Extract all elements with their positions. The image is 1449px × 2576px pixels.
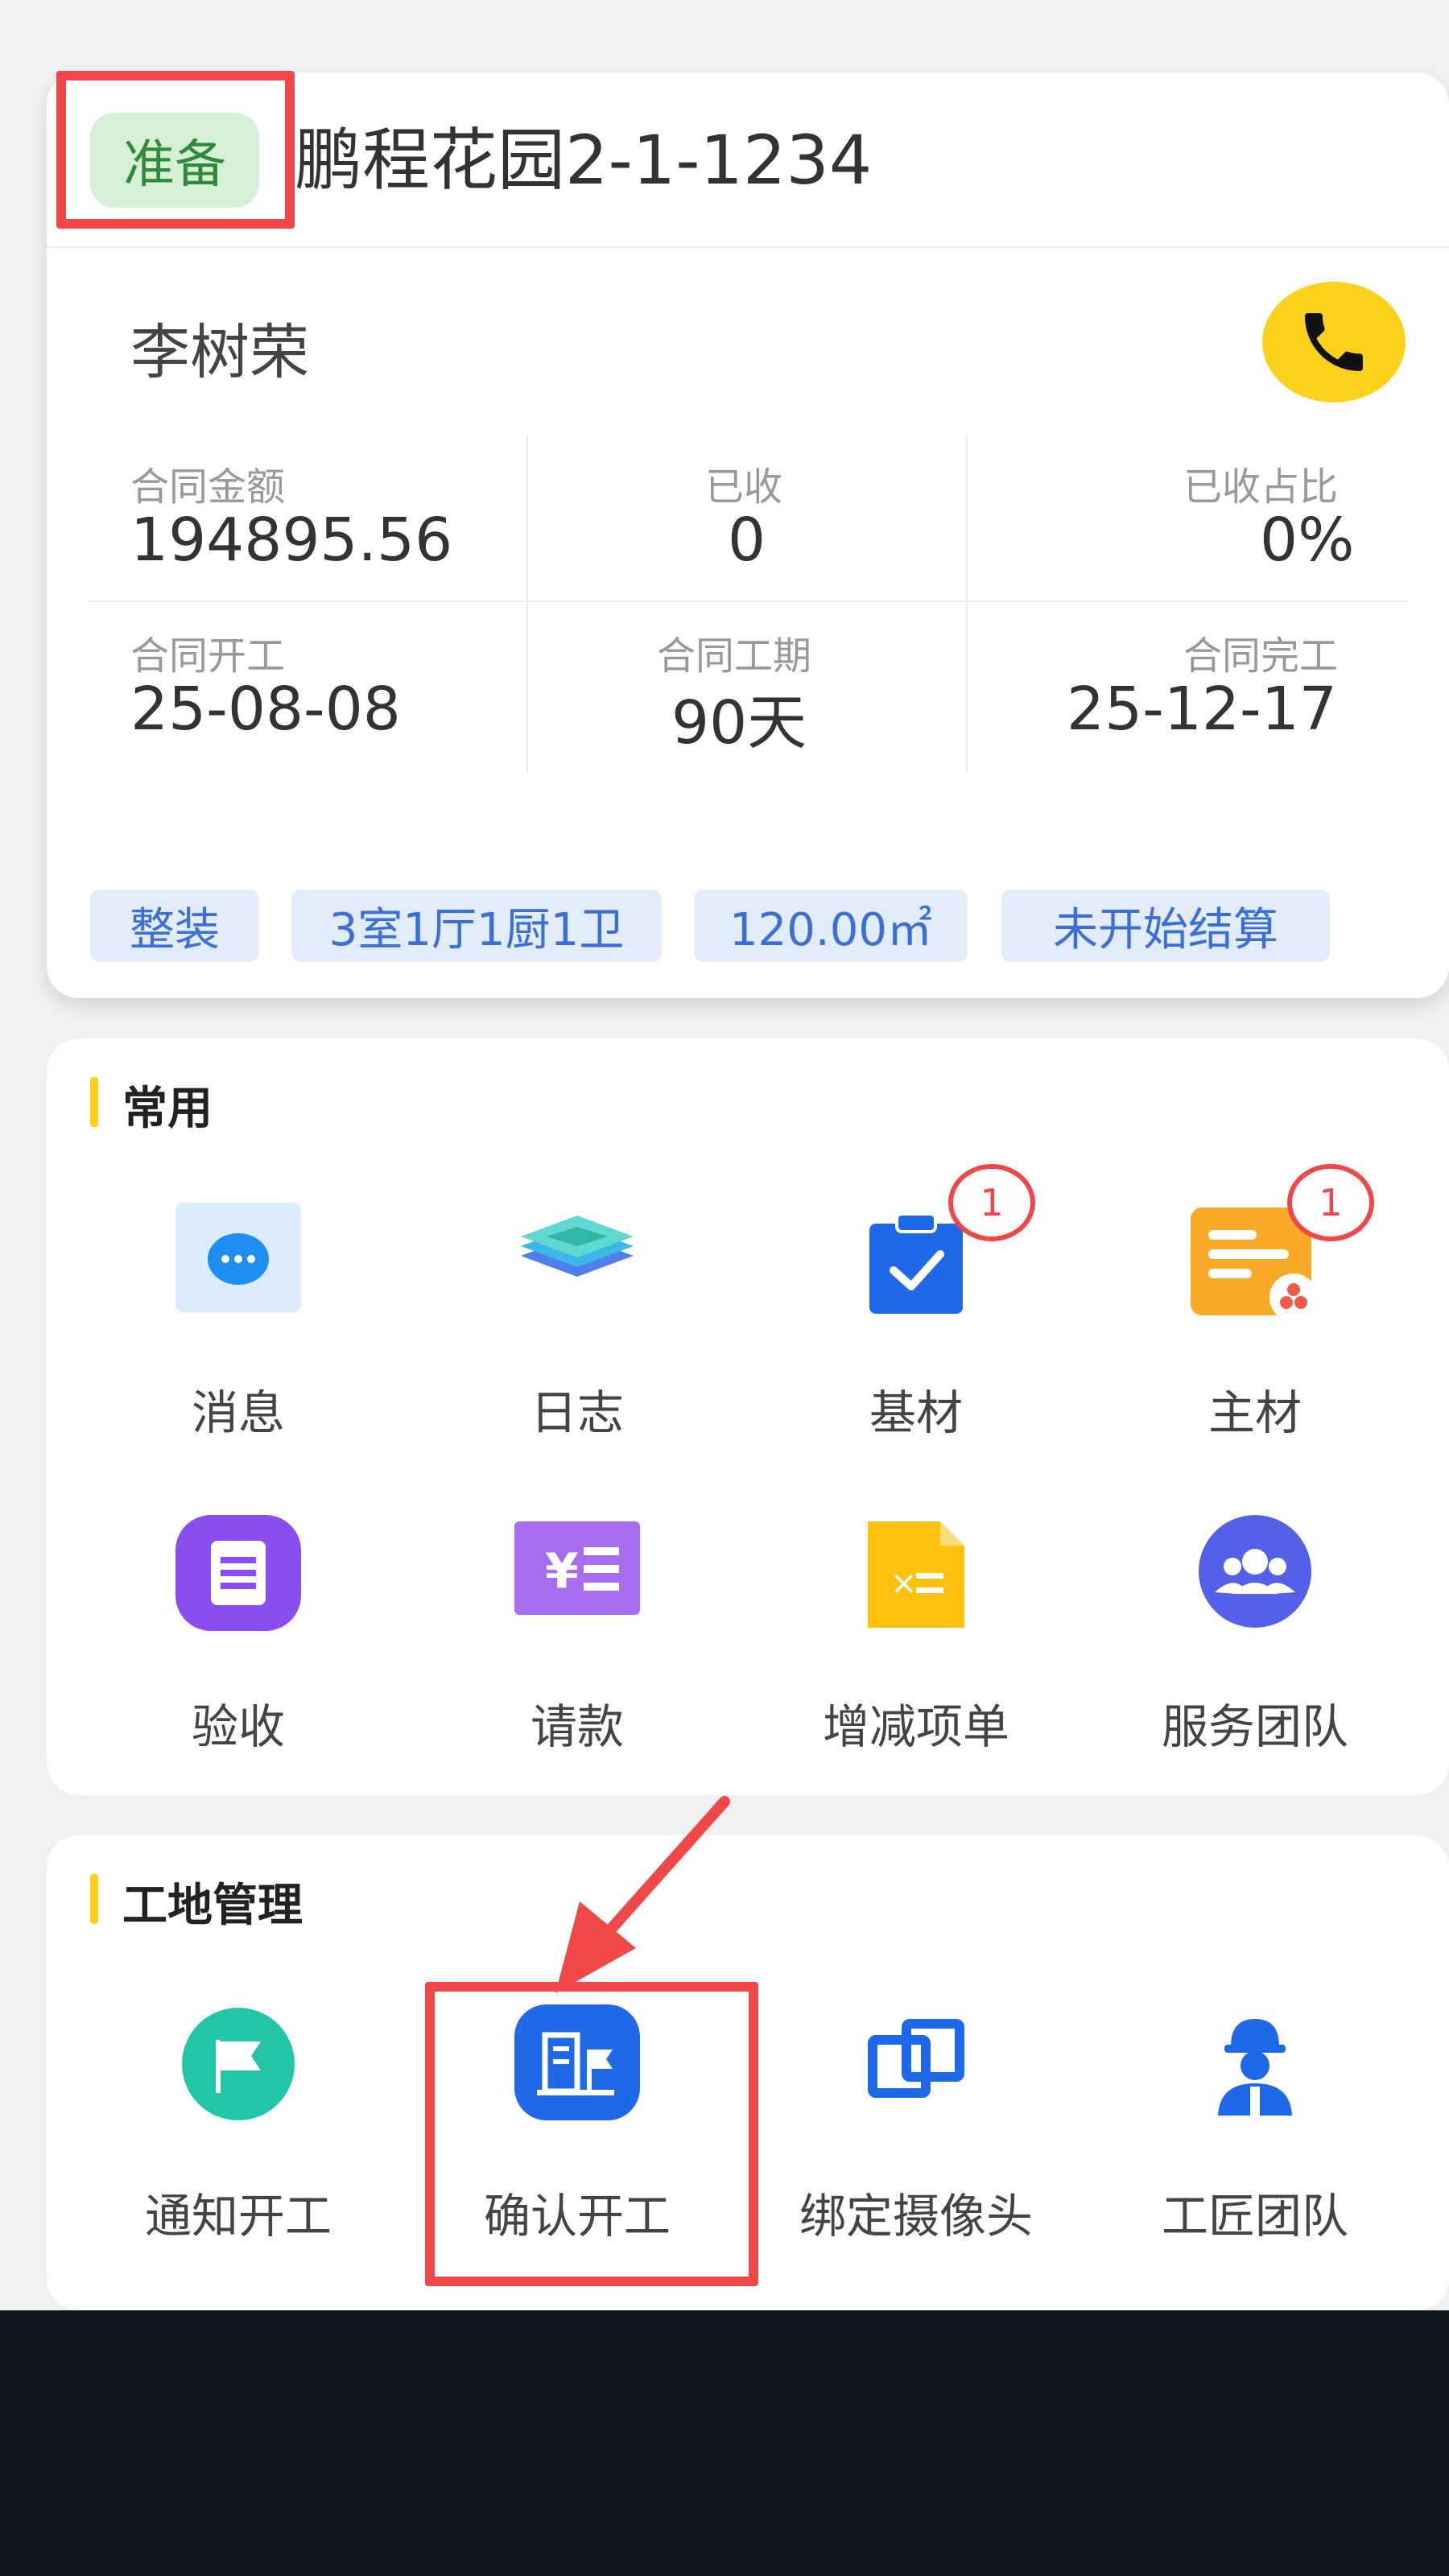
confirm-start-highlight-box (425, 1982, 758, 2286)
bottom-bar (0, 2310, 1449, 2576)
